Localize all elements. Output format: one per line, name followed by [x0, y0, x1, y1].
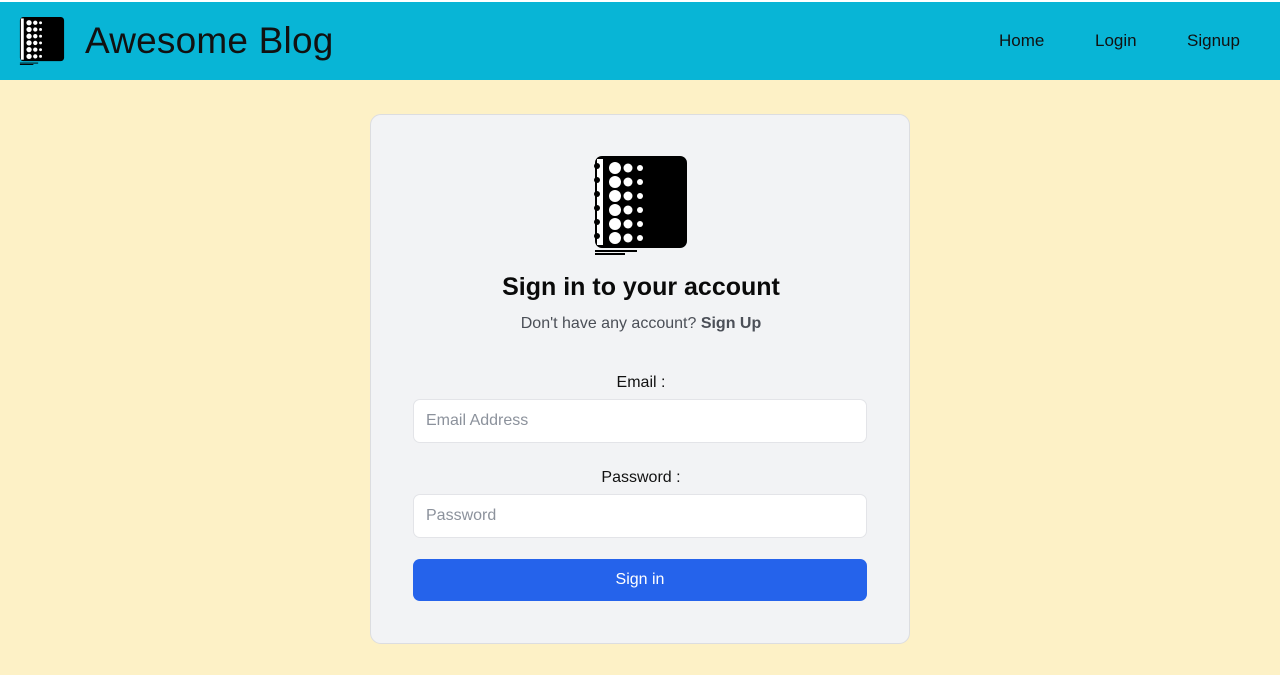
brand-link[interactable]: Awesome Blog [18, 17, 334, 65]
signup-prompt-text: Don't have any account? [520, 315, 697, 332]
email-field[interactable] [413, 399, 867, 443]
nav-signup-link[interactable]: Signup [1187, 31, 1240, 51]
nav-home-link[interactable]: Home [999, 31, 1044, 51]
password-field[interactable] [413, 494, 867, 538]
signin-card: Sign in to your account Don't have any a… [370, 114, 910, 644]
signin-title: Sign in to your account [502, 273, 780, 301]
email-label: Email : [616, 374, 666, 391]
nav-login-link[interactable]: Login [1095, 31, 1137, 51]
signup-link[interactable]: Sign Up [701, 315, 761, 332]
blog-logo-icon [19, 17, 65, 65]
signup-prompt: Don't have any account? Sign Up [371, 315, 911, 333]
perforated-block-logo-icon [594, 156, 687, 255]
sign-in-button[interactable]: Sign in [413, 559, 867, 601]
navbar: Awesome Blog Home Login Signup [0, 0, 1280, 80]
password-label: Password : [601, 469, 681, 486]
brand-title[interactable]: Awesome Blog [85, 20, 334, 62]
